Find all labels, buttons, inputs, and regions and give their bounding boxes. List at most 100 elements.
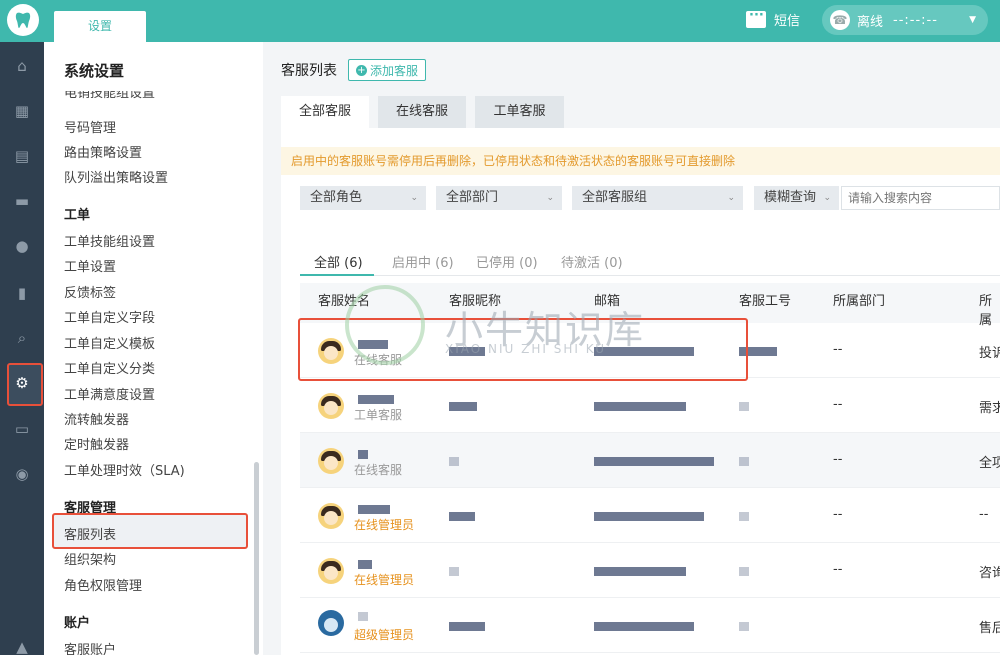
chevron-down-icon: ⌄ (727, 193, 735, 203)
tooth-icon (15, 12, 31, 28)
column-department: 所属部门 (833, 294, 886, 309)
chat-icon[interactable]: ▬ (13, 192, 31, 210)
menu-item-custom-templates[interactable]: 工单自定义模板 (64, 333, 155, 352)
menu-item-roles[interactable]: 角色权限管理 (64, 575, 142, 594)
group-cell: 全项 (979, 456, 1000, 471)
sms-button[interactable]: 短信 (746, 8, 801, 29)
group-filter-label: 全部客服组 (582, 190, 648, 205)
app-logo[interactable] (7, 4, 39, 36)
bell-icon[interactable]: ▲ (13, 638, 31, 655)
bar-chart-icon[interactable]: ▮ (13, 284, 31, 302)
group-cell: 投诉 (979, 346, 1000, 361)
redacted-employee-id (739, 457, 749, 466)
redacted-email (594, 402, 686, 411)
menu-item-agent-account[interactable]: 客服账户 (64, 639, 116, 655)
search-icon[interactable]: ⌕ (13, 329, 31, 347)
redacted-nickname (449, 457, 459, 466)
table-header (300, 283, 1000, 323)
add-agent-label: 添加客服 (370, 63, 419, 78)
chevron-down-icon: ⌄ (410, 193, 418, 203)
redacted-name (358, 450, 368, 459)
column-email: 邮箱 (594, 294, 621, 309)
role-label: 在线管理员 (354, 573, 415, 587)
add-agent-button[interactable]: + 添加客服 (348, 59, 427, 81)
department-filter-label: 全部部门 (446, 190, 499, 205)
redacted-email (594, 457, 714, 466)
group-cell: 需求 (979, 401, 1000, 416)
menu-group-ticket: 工单 (64, 208, 91, 223)
menu-item-ticket-settings[interactable]: 工单设置 (64, 256, 116, 275)
menu-item-org[interactable]: 组织架构 (64, 549, 116, 568)
department-cell: -- (833, 507, 843, 522)
search-mode-select[interactable]: 模糊查询 ⌄ (754, 186, 839, 210)
sms-icon (746, 8, 766, 28)
redacted-name (358, 560, 372, 569)
department-filter[interactable]: 全部部门 ⌄ (436, 186, 562, 210)
menu-item-sla[interactable]: 工单处理时效（SLA) (64, 460, 185, 479)
menu-item-partial[interactable]: 电销技能组设置 (64, 91, 155, 101)
status-tab-enabled[interactable]: 启用中 (6) (392, 252, 454, 271)
user-icon[interactable]: ● (13, 237, 31, 255)
menu-item-satisfaction[interactable]: 工单满意度设置 (64, 384, 155, 403)
redacted-name (358, 505, 390, 514)
menu-item-number[interactable]: 号码管理 (64, 117, 116, 136)
monitor-icon[interactable]: ▭ (13, 420, 31, 438)
redacted-email (594, 512, 704, 521)
redacted-employee-id (739, 622, 749, 631)
redacted-nickname (449, 402, 477, 411)
group-cell: -- (979, 507, 989, 522)
status-tab-all[interactable]: 全部 (6) (314, 252, 363, 271)
notice-banner: 启用中的客服账号需停用后再删除，已停用状态和待激活状态的客服账号可直接删除 (281, 147, 1000, 175)
search-mode-label: 模糊查询 (764, 190, 817, 205)
department-cell: -- (833, 342, 843, 357)
role-filter[interactable]: 全部角色 ⌄ (300, 186, 426, 210)
status-tabs-divider (300, 275, 1000, 276)
role-label: 超级管理员 (354, 628, 415, 642)
menu-item-feedback-tags[interactable]: 反馈标签 (64, 282, 116, 301)
location-icon[interactable]: ◉ (13, 465, 31, 483)
menu-item-timer-trigger[interactable]: 定时触发器 (64, 434, 129, 453)
menu-scrollbar[interactable] (254, 462, 259, 655)
chevron-down-icon: ⌄ (546, 193, 554, 203)
menu-item-custom-categories[interactable]: 工单自定义分类 (64, 358, 155, 377)
column-nickname: 客服昵称 (449, 294, 502, 309)
status-tab-disabled[interactable]: 已停用 (0) (476, 252, 538, 271)
home-icon[interactable]: ⌂ (13, 57, 31, 75)
menu-item-flow-trigger[interactable]: 流转触发器 (64, 409, 129, 428)
tab-all-agents[interactable]: 全部客服 (281, 96, 369, 128)
redacted-nickname (449, 567, 459, 576)
tab-ticket-agents[interactable]: 工单客服 (475, 96, 564, 128)
department-cell: -- (833, 562, 843, 577)
agent-status-dropdown[interactable]: ☎ 离线 --:--:-- ▼ (822, 5, 988, 35)
menu-item-custom-fields[interactable]: 工单自定义字段 (64, 307, 155, 326)
redacted-nickname (449, 622, 485, 631)
status-tab-pending[interactable]: 待激活 (0) (561, 252, 623, 271)
avatar (318, 503, 344, 529)
avatar (318, 393, 344, 419)
menu-item-overflow[interactable]: 队列溢出策略设置 (64, 167, 168, 186)
gear-icon[interactable]: ⚙ (13, 374, 31, 392)
menu-item-ticket-skill[interactable]: 工单技能组设置 (64, 231, 155, 250)
department-cell: -- (833, 452, 843, 467)
group-cell: 售后 (979, 621, 1000, 636)
icon-rail: ⌂ ▦ ▤ ▬ ● ▮ ⌕ ⚙ ▭ ◉ ▲ (0, 42, 44, 655)
grid-icon[interactable]: ▦ (13, 102, 31, 120)
top-bar: 设置 短信 ☎ 离线 --:--:-- ▼ (0, 0, 1000, 42)
role-label: 在线客服 (354, 463, 403, 477)
sms-label: 短信 (774, 14, 801, 29)
group-filter[interactable]: 全部客服组 ⌄ (572, 186, 743, 210)
role-label: 工单客服 (354, 408, 403, 422)
avatar (318, 610, 344, 636)
tab-settings[interactable]: 设置 (54, 11, 146, 42)
redacted-name (358, 395, 394, 404)
menu-item-routing[interactable]: 路由策略设置 (64, 142, 142, 161)
menu-item-agent-list[interactable]: 客服列表 (64, 524, 116, 543)
tab-online-agents[interactable]: 在线客服 (378, 96, 466, 128)
group-cell: 咨询 (979, 566, 1000, 581)
redacted-email (594, 567, 686, 576)
chevron-down-icon: ⌄ (823, 193, 831, 203)
phone-icon: ☎ (830, 10, 850, 30)
document-icon[interactable]: ▤ (13, 147, 31, 165)
role-label: 在线管理员 (354, 518, 415, 532)
search-input[interactable] (841, 186, 1000, 210)
